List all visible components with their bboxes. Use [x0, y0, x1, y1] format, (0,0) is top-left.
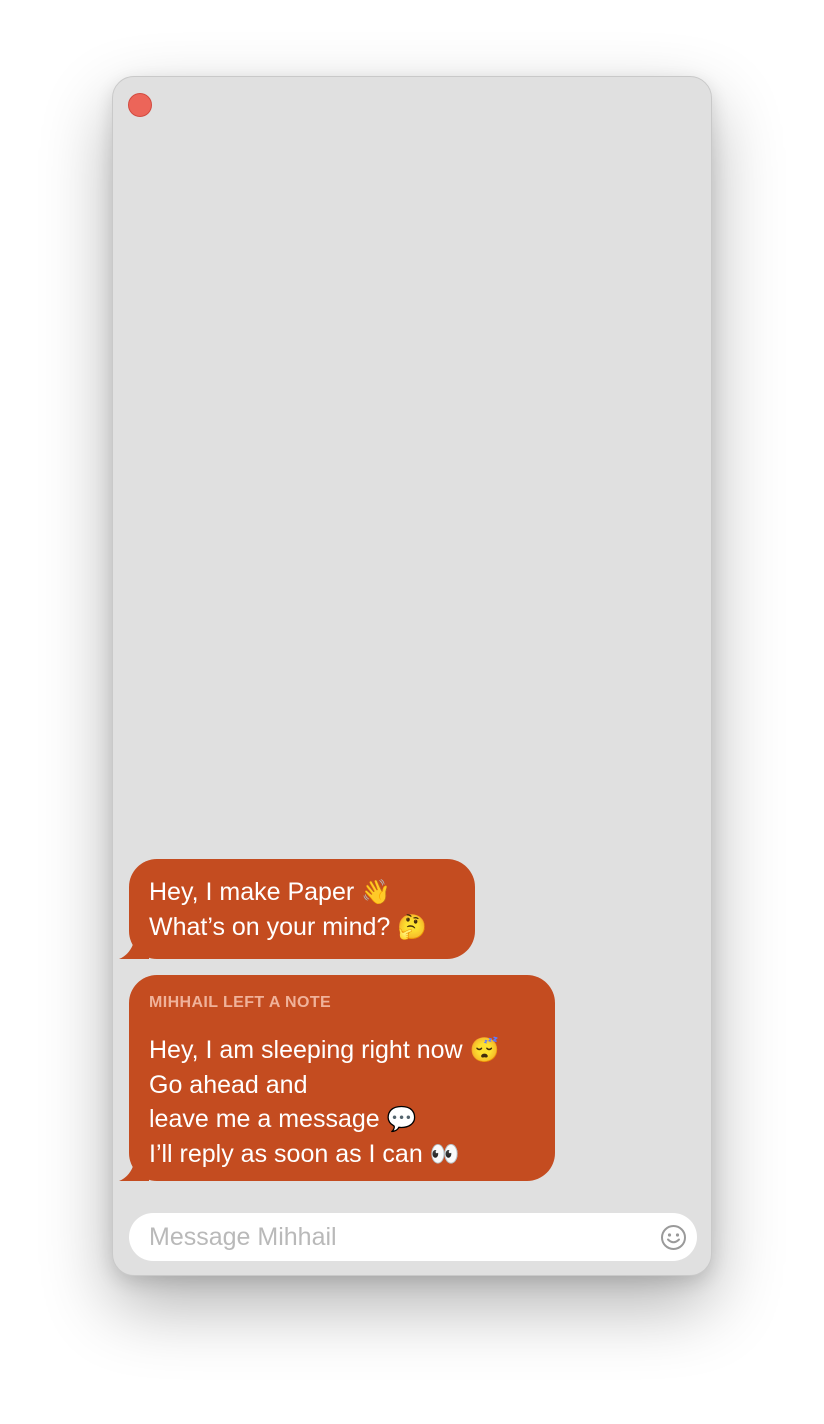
message-line: Hey, I am sleeping right now 😴 — [149, 1036, 500, 1064]
message-bubble: Hey, I make Paper 👋 What’s on your mind?… — [119, 859, 475, 959]
close-window-button[interactable] — [128, 93, 152, 117]
message-line: Go ahead and — [149, 1071, 308, 1099]
note-bubble: MIHHAIL LEFT A NOTE Hey, I am sleeping r… — [119, 975, 555, 1181]
waving-hand-icon: 👋 — [361, 879, 392, 906]
speech-bubble-icon: 💬 — [386, 1106, 417, 1133]
note-label: MIHHAIL LEFT A NOTE — [149, 994, 332, 1011]
bubble-tail-icon — [119, 933, 149, 959]
message-line: I’ll reply as soon as I can 👀 — [149, 1140, 460, 1168]
message-line: Hey, I make Paper 👋 — [149, 878, 392, 906]
eyes-icon: 👀 — [429, 1141, 460, 1168]
sleeping-face-icon: 😴 — [469, 1037, 500, 1064]
chat-window: Hey, I make Paper 👋 What’s on your mind?… — [112, 76, 712, 1276]
message-input[interactable] — [149, 1222, 649, 1252]
message-line: leave me a message 💬 — [149, 1105, 417, 1133]
message-line: What’s on your mind? 🤔 — [149, 913, 428, 941]
thinking-face-icon: 🤔 — [397, 914, 428, 941]
bubble-tail-icon — [119, 1155, 149, 1181]
smiley-icon[interactable] — [660, 1224, 687, 1251]
message-composer — [129, 1213, 697, 1261]
